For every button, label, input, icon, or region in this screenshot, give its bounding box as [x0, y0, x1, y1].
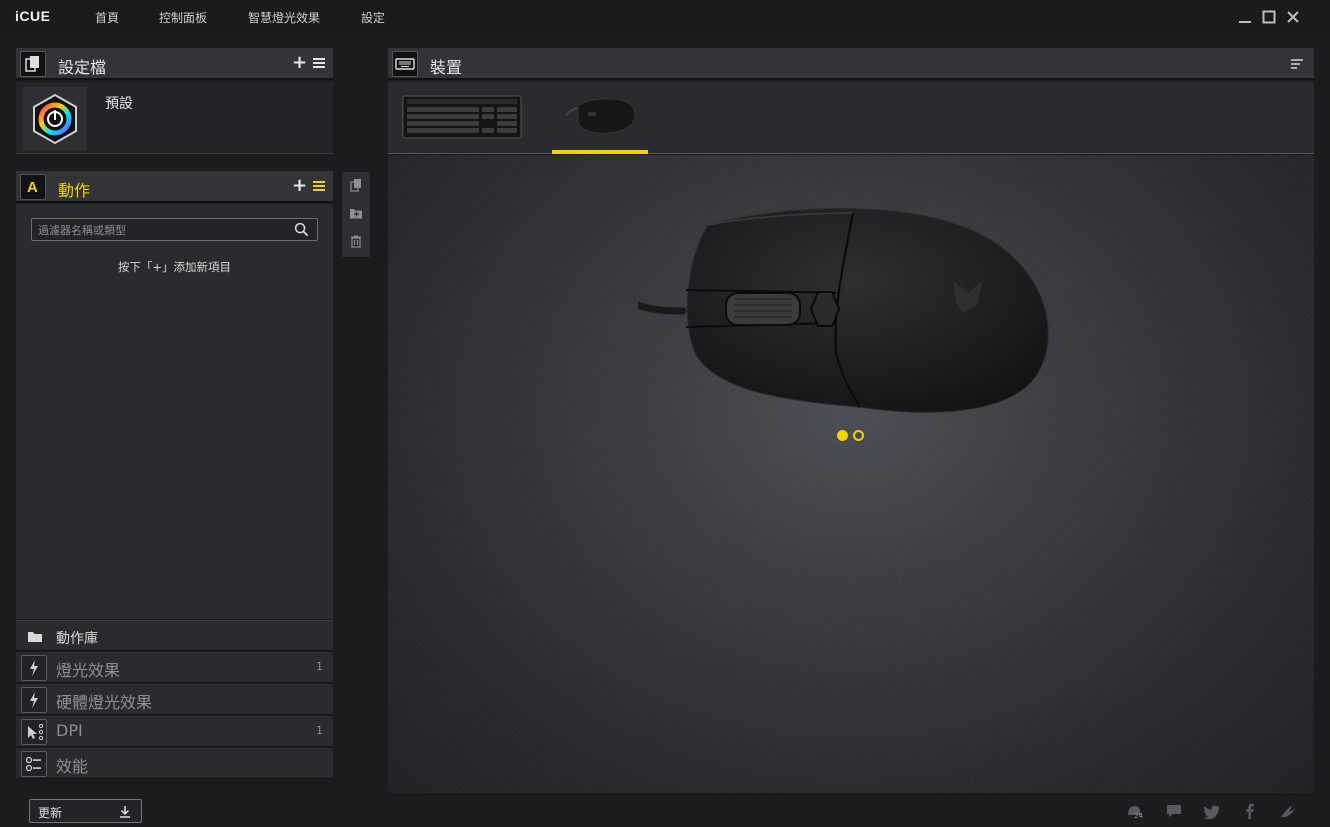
add-profile-button[interactable]: +: [292, 52, 307, 73]
folder-icon: [28, 632, 42, 642]
lightning-icon: [21, 655, 47, 681]
device-tab-keyboard[interactable]: [400, 82, 524, 154]
profiles-menu-icon[interactable]: [313, 58, 325, 68]
search-icon[interactable]: [294, 222, 309, 237]
mouse-thumbnail: [565, 98, 636, 134]
maximize-icon[interactable]: [1261, 9, 1277, 25]
action-library-header: 動作庫: [16, 620, 333, 651]
twitter-icon[interactable]: [1202, 803, 1220, 819]
profiles-title: 設定檔: [58, 58, 107, 77]
devices-icon: [392, 51, 418, 77]
library-item-count: 1: [316, 660, 323, 673]
library-item-performance[interactable]: 效能: [16, 748, 333, 779]
library-item-dpi[interactable]: DPI 1: [16, 716, 333, 747]
action-search[interactable]: [31, 218, 318, 241]
actions-menu-icon[interactable]: [313, 181, 325, 191]
add-folder-icon[interactable]: [349, 206, 363, 220]
library-item-lighting[interactable]: 燈光效果 1: [16, 652, 333, 683]
update-label: 更新: [38, 806, 63, 820]
icue-profile-icon: [33, 93, 77, 145]
profiles-icon: [20, 51, 46, 77]
app-logo: iCUE: [15, 8, 51, 24]
nav-dashboard[interactable]: 控制面板: [159, 9, 207, 26]
copy-icon[interactable]: [349, 178, 363, 192]
library-item-count: 1: [316, 724, 323, 737]
profiles-header: 設定檔 +: [16, 48, 333, 80]
actions-list: 按下「+」添加新項目: [16, 204, 333, 619]
chat-icon[interactable]: [1165, 803, 1183, 819]
device-sort-icon[interactable]: [1290, 58, 1304, 70]
trash-icon[interactable]: [349, 234, 363, 248]
download-icon: [120, 806, 130, 818]
device-tabs: [388, 82, 1314, 154]
keyboard-thumbnail: [402, 95, 522, 139]
profile-name: 預設: [105, 96, 133, 112]
device-tab-mouse[interactable]: [552, 82, 648, 154]
notification-count: 24: [1134, 812, 1143, 820]
status-bar: 更新 24: [0, 795, 1330, 827]
devices-title: 裝置: [430, 58, 463, 77]
corsair-logo-icon[interactable]: [1279, 803, 1297, 819]
actions-header: A 動作 +: [16, 171, 333, 203]
performance-toggles-icon: [21, 751, 47, 777]
library-item-label: 硬體燈光效果: [56, 693, 153, 712]
facebook-icon[interactable]: [1241, 803, 1259, 819]
empty-actions-hint: 按下「+」添加新項目: [117, 260, 232, 274]
carousel-dot-active[interactable]: [837, 430, 848, 441]
minimize-icon[interactable]: [1237, 9, 1253, 25]
dpi-cursor-icon: [21, 719, 47, 745]
nav-smart-lighting[interactable]: 智慧燈光效果: [248, 9, 320, 26]
action-search-input[interactable]: [38, 222, 288, 238]
svg-text:A: A: [27, 179, 38, 196]
profile-item[interactable]: 預設: [16, 82, 333, 154]
library-item-label: 效能: [56, 757, 89, 776]
carousel-dot[interactable]: [853, 430, 864, 441]
actions-title: 動作: [58, 181, 91, 200]
library-item-label: DPI: [56, 721, 83, 740]
actions-icon: A: [20, 174, 46, 200]
nav-home[interactable]: 首頁: [95, 9, 119, 26]
notifications-icon[interactable]: 24: [1126, 803, 1146, 820]
nav-settings[interactable]: 設定: [361, 9, 385, 26]
title-bar: iCUE 首頁 控制面板 智慧燈光效果 設定: [0, 0, 1330, 34]
action-side-toolbar: [342, 172, 370, 257]
library-item-hardware-lighting[interactable]: 硬體燈光效果: [16, 684, 333, 715]
update-button[interactable]: 更新: [29, 799, 142, 823]
mouse-device-image[interactable]: [638, 195, 1068, 425]
device-stage: [388, 155, 1314, 793]
action-library-title: 動作庫: [56, 631, 98, 647]
profile-thumbnail: [23, 87, 87, 150]
add-action-button[interactable]: +: [292, 175, 307, 196]
lightning-icon: [21, 687, 47, 713]
close-icon[interactable]: [1285, 9, 1301, 25]
library-item-label: 燈光效果: [56, 661, 121, 680]
devices-header: 裝置: [388, 48, 1314, 80]
